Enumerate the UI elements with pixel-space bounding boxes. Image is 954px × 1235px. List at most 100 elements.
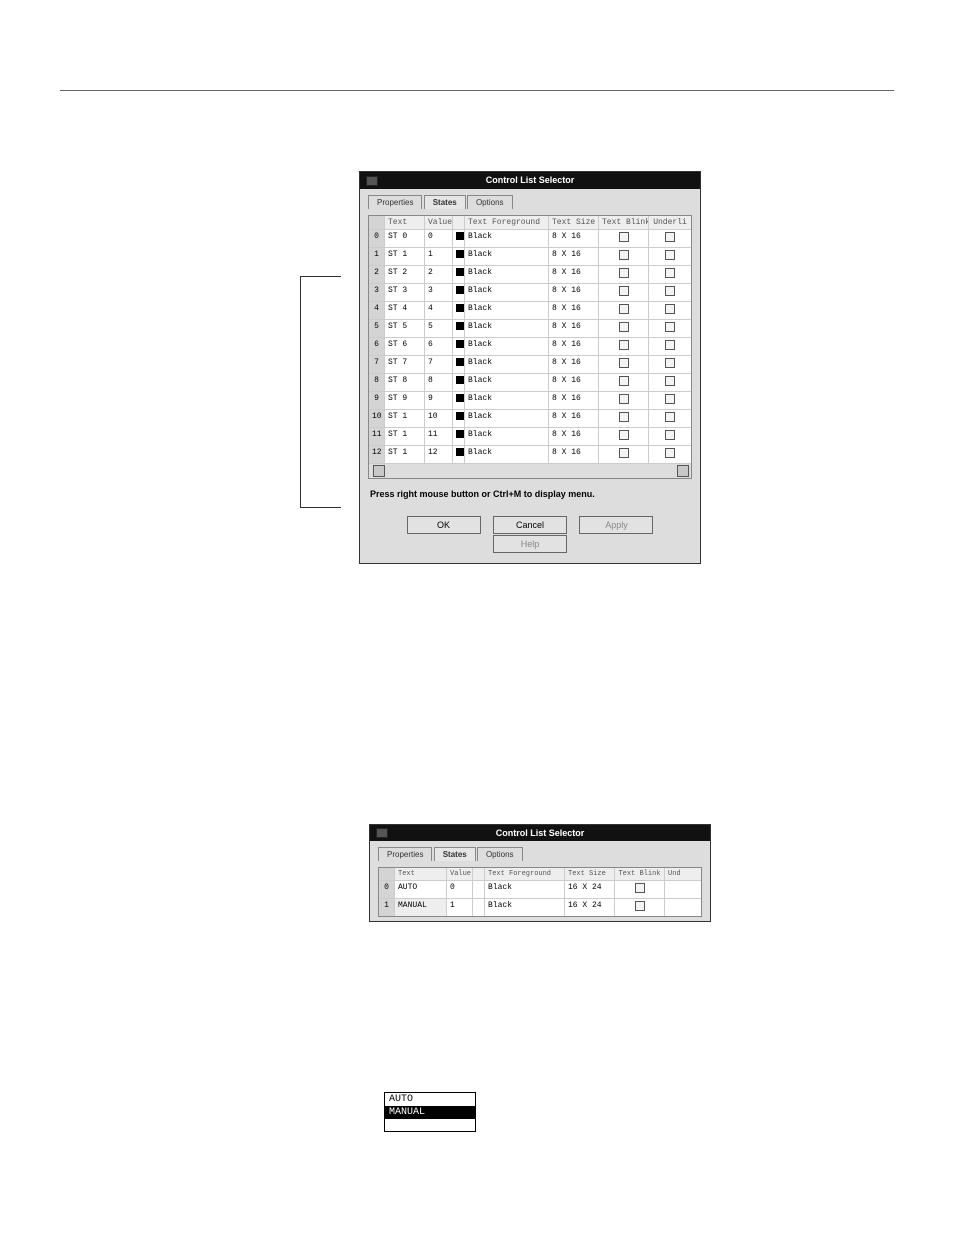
blink-checkbox[interactable] — [599, 284, 649, 301]
row-value[interactable]: 2 — [425, 266, 453, 283]
list-selector-preview[interactable]: AUTO MANUAL — [384, 1092, 476, 1132]
states-grid[interactable]: Text Value Text Foreground Text Size Tex… — [378, 867, 702, 917]
grid-row[interactable]: 4ST 44Black8 X 16 — [369, 302, 691, 320]
grid-row[interactable]: 9ST 99Black8 X 16 — [369, 392, 691, 410]
row-value[interactable]: 9 — [425, 392, 453, 409]
underline-checkbox[interactable] — [649, 410, 691, 427]
row-foreground[interactable]: Black — [465, 446, 549, 463]
tab-states[interactable]: States — [434, 847, 476, 861]
blink-checkbox[interactable] — [599, 302, 649, 319]
grid-row[interactable]: 7ST 77Black8 X 16 — [369, 356, 691, 374]
row-foreground[interactable]: Black — [465, 302, 549, 319]
tab-states[interactable]: States — [424, 195, 466, 209]
scroll-right-icon[interactable] — [677, 465, 689, 477]
underline-checkbox[interactable] — [649, 248, 691, 265]
grid-row[interactable]: 6ST 66Black8 X 16 — [369, 338, 691, 356]
grid-row[interactable]: 8ST 88Black8 X 16 — [369, 374, 691, 392]
help-button[interactable]: Help — [493, 535, 567, 553]
color-swatch-icon[interactable] — [453, 248, 465, 265]
tab-properties[interactable]: Properties — [378, 847, 432, 861]
underline-checkbox[interactable] — [649, 428, 691, 445]
row-foreground[interactable]: Black — [465, 320, 549, 337]
row-value[interactable]: 12 — [425, 446, 453, 463]
row-foreground[interactable]: Black — [465, 410, 549, 427]
color-swatch-icon[interactable] — [453, 266, 465, 283]
row-size[interactable]: 8 X 16 — [549, 392, 599, 409]
color-swatch-icon[interactable] — [453, 356, 465, 373]
row-size[interactable]: 8 X 16 — [549, 320, 599, 337]
titlebar[interactable]: Control List Selector — [370, 825, 710, 842]
underline-checkbox[interactable] — [649, 356, 691, 373]
row-text[interactable]: ST 8 — [385, 374, 425, 391]
underline-checkbox[interactable] — [649, 320, 691, 337]
apply-button[interactable]: Apply — [579, 516, 653, 534]
row-text[interactable]: ST 9 — [385, 392, 425, 409]
row-text[interactable]: AUTO — [395, 881, 447, 898]
row-text[interactable]: ST 6 — [385, 338, 425, 355]
grid-row[interactable]: 11ST 111Black8 X 16 — [369, 428, 691, 446]
row-value[interactable]: 6 — [425, 338, 453, 355]
blink-checkbox[interactable] — [599, 392, 649, 409]
blink-checkbox[interactable] — [599, 374, 649, 391]
grid-row[interactable]: 10ST 110Black8 X 16 — [369, 410, 691, 428]
list-item-selected[interactable]: MANUAL — [385, 1106, 475, 1119]
underline-checkbox[interactable] — [649, 302, 691, 319]
underline-checkbox[interactable] — [649, 446, 691, 463]
color-swatch-icon[interactable] — [453, 230, 465, 247]
cancel-button[interactable]: Cancel — [493, 516, 567, 534]
scroll-left-icon[interactable] — [373, 465, 385, 477]
row-size[interactable]: 8 X 16 — [549, 428, 599, 445]
row-size[interactable]: 8 X 16 — [549, 356, 599, 373]
color-swatch-icon[interactable] — [453, 410, 465, 427]
row-foreground[interactable]: Black — [465, 356, 549, 373]
row-value[interactable]: 0 — [447, 881, 473, 898]
row-value[interactable]: 3 — [425, 284, 453, 301]
grid-row[interactable]: 0ST 00Black8 X 16 — [369, 230, 691, 248]
row-foreground[interactable]: Black — [465, 284, 549, 301]
row-foreground[interactable]: Black — [465, 428, 549, 445]
row-text[interactable]: ST 1 — [385, 410, 425, 427]
color-swatch-icon[interactable] — [453, 320, 465, 337]
blink-checkbox[interactable] — [599, 410, 649, 427]
underline-checkbox[interactable] — [649, 284, 691, 301]
horiz-scrollbar[interactable] — [369, 464, 691, 478]
states-grid[interactable]: Text Value Text Foreground Text Size Tex… — [368, 215, 692, 479]
row-size[interactable]: 8 X 16 — [549, 338, 599, 355]
underline-checkbox[interactable] — [649, 230, 691, 247]
color-swatch-icon[interactable] — [453, 392, 465, 409]
row-text[interactable]: ST 0 — [385, 230, 425, 247]
row-foreground[interactable]: Black — [485, 881, 565, 898]
row-size[interactable]: 16 X 24 — [565, 899, 615, 916]
row-size[interactable]: 8 X 16 — [549, 230, 599, 247]
row-text[interactable]: MANUAL — [395, 899, 447, 916]
ok-button[interactable]: OK — [407, 516, 481, 534]
row-value[interactable]: 1 — [447, 899, 473, 916]
row-foreground[interactable]: Black — [465, 374, 549, 391]
row-foreground[interactable]: Black — [465, 338, 549, 355]
underline-checkbox[interactable] — [649, 374, 691, 391]
color-swatch-icon[interactable] — [453, 374, 465, 391]
blink-checkbox[interactable] — [615, 899, 665, 916]
row-size[interactable]: 8 X 16 — [549, 284, 599, 301]
row-foreground[interactable]: Black — [465, 392, 549, 409]
tab-options[interactable]: Options — [477, 847, 523, 861]
color-swatch-icon[interactable] — [473, 899, 485, 916]
color-swatch-icon[interactable] — [453, 284, 465, 301]
blink-checkbox[interactable] — [599, 428, 649, 445]
titlebar[interactable]: Control List Selector — [360, 172, 700, 189]
tab-properties[interactable]: Properties — [368, 195, 422, 209]
row-text[interactable]: ST 1 — [385, 446, 425, 463]
row-value[interactable]: 1 — [425, 248, 453, 265]
row-value[interactable]: 8 — [425, 374, 453, 391]
color-swatch-icon[interactable] — [473, 881, 485, 898]
color-swatch-icon[interactable] — [453, 302, 465, 319]
blink-checkbox[interactable] — [599, 338, 649, 355]
row-text[interactable]: ST 7 — [385, 356, 425, 373]
blink-checkbox[interactable] — [599, 230, 649, 247]
blink-checkbox[interactable] — [599, 356, 649, 373]
list-item[interactable]: AUTO — [385, 1093, 475, 1106]
row-foreground[interactable]: Black — [485, 899, 565, 916]
row-text[interactable]: ST 5 — [385, 320, 425, 337]
grid-row[interactable]: 2ST 22Black8 X 16 — [369, 266, 691, 284]
color-swatch-icon[interactable] — [453, 446, 465, 463]
